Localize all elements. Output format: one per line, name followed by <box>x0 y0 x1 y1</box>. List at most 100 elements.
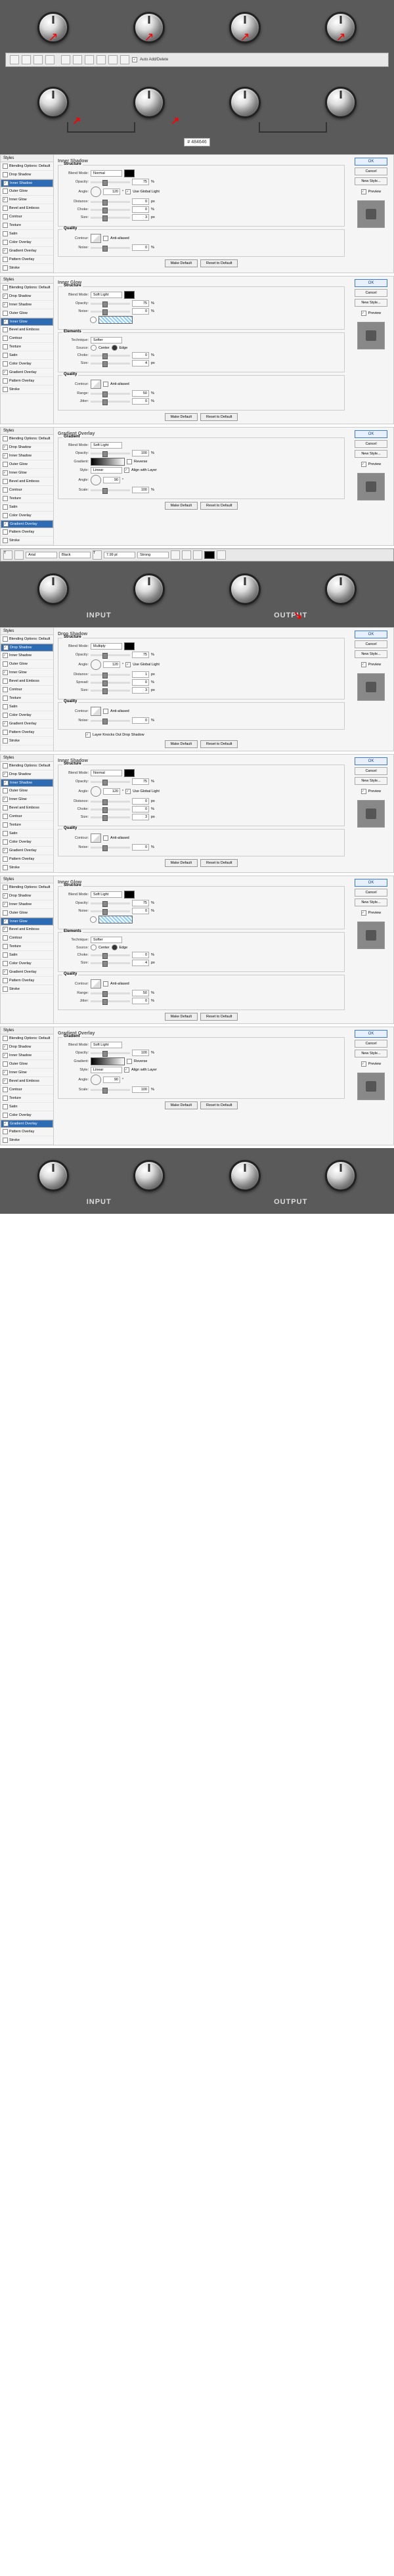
anti-alias-checkbox[interactable] <box>103 382 108 387</box>
style-item[interactable]: Satin <box>1 830 53 838</box>
style-checkbox[interactable] <box>3 856 8 862</box>
value-input[interactable]: 0 <box>132 244 149 251</box>
new-style-button[interactable]: New Style... <box>355 650 387 658</box>
angle-dial[interactable] <box>91 1075 101 1085</box>
style-item[interactable]: Texture <box>1 343 53 351</box>
style-checkbox[interactable] <box>3 885 8 890</box>
slider[interactable] <box>91 303 130 305</box>
ok-button[interactable]: OK <box>355 879 387 887</box>
align-right-icon[interactable] <box>193 550 202 560</box>
value-input[interactable]: 0 <box>132 198 149 205</box>
style-item[interactable]: Outer Glow <box>1 909 53 918</box>
reverse-checkbox[interactable] <box>127 459 132 464</box>
style-item[interactable]: Satin <box>1 351 53 360</box>
style-item[interactable]: Contour <box>1 486 53 495</box>
grad-style-select[interactable]: Linear <box>91 467 122 474</box>
align-center-icon[interactable] <box>182 550 191 560</box>
value-input[interactable]: 75 <box>132 900 149 906</box>
value-input[interactable]: 0 <box>132 717 149 724</box>
style-checkbox[interactable] <box>3 462 8 467</box>
value-input[interactable]: 75 <box>132 778 149 785</box>
value-input[interactable]: 0 <box>132 206 149 213</box>
style-item[interactable]: Satin <box>1 951 53 960</box>
style-checkbox[interactable] <box>3 910 8 916</box>
auto-add-checkbox[interactable] <box>132 57 137 62</box>
style-checkbox[interactable] <box>3 538 8 543</box>
style-item[interactable]: Pattern Overlay <box>1 728 53 737</box>
style-checkbox[interactable] <box>3 353 8 358</box>
color-swatch[interactable] <box>124 291 135 299</box>
style-item[interactable]: Drop Shadow <box>1 770 53 779</box>
style-item[interactable]: Gradient Overlay <box>1 968 53 977</box>
style-checkbox[interactable] <box>3 927 8 932</box>
align-checkbox[interactable] <box>124 1067 129 1073</box>
style-checkbox[interactable] <box>3 969 8 975</box>
slider[interactable] <box>91 453 130 455</box>
align-left-icon[interactable] <box>171 550 180 560</box>
contour-picker[interactable] <box>91 707 101 716</box>
style-checkbox[interactable] <box>3 1087 8 1092</box>
value-input[interactable]: 50 <box>132 390 149 397</box>
style-checkbox[interactable] <box>3 311 8 316</box>
value-input[interactable]: 0 <box>132 308 149 315</box>
style-checkbox[interactable] <box>3 294 8 299</box>
slider[interactable] <box>91 954 130 956</box>
style-item[interactable]: Inner Glow <box>1 196 53 204</box>
value-input[interactable]: 0 <box>132 798 149 805</box>
style-item[interactable]: Blending Options: Default <box>1 284 53 292</box>
value-input[interactable]: 0 <box>132 952 149 958</box>
style-checkbox[interactable] <box>3 496 8 501</box>
style-checkbox[interactable] <box>3 919 9 924</box>
style-checkbox[interactable] <box>3 678 8 684</box>
value-input[interactable]: 0 <box>132 908 149 914</box>
anti-alias-checkbox[interactable] <box>103 981 108 987</box>
preview-checkbox[interactable] <box>361 1061 366 1067</box>
style-item[interactable]: Satin <box>1 230 53 238</box>
slider[interactable] <box>91 1000 130 1002</box>
style-item[interactable]: Stroke <box>1 1136 53 1145</box>
style-checkbox[interactable] <box>3 730 8 735</box>
style-item[interactable]: Inner Shadow <box>1 301 53 309</box>
custom-shape-icon[interactable] <box>120 55 129 64</box>
style-item[interactable]: Inner Glow <box>1 469 53 477</box>
slider[interactable] <box>91 1052 130 1054</box>
style-checkbox[interactable] <box>3 961 8 966</box>
anti-alias-checkbox[interactable] <box>103 709 108 714</box>
value-input[interactable]: 1 <box>132 671 149 678</box>
cancel-button[interactable]: Cancel <box>355 640 387 648</box>
new-style-button[interactable]: New Style... <box>355 1050 387 1057</box>
ok-button[interactable]: OK <box>355 279 387 287</box>
style-checkbox[interactable] <box>3 344 8 349</box>
slider[interactable] <box>91 311 130 313</box>
style-item[interactable]: Drop Shadow <box>1 1043 53 1052</box>
blend-mode-select[interactable]: Soft Light <box>91 1042 122 1048</box>
value-input[interactable]: 0 <box>132 998 149 1004</box>
style-checkbox[interactable] <box>3 670 8 675</box>
knockout-checkbox[interactable] <box>85 732 91 738</box>
style-checkbox[interactable] <box>3 987 8 992</box>
style-item[interactable]: Texture <box>1 694 53 703</box>
aa-select[interactable]: Strong <box>137 552 169 558</box>
cancel-button[interactable]: Cancel <box>355 767 387 775</box>
style-checkbox[interactable] <box>3 865 8 870</box>
preview-checkbox[interactable] <box>361 462 366 467</box>
style-item[interactable]: Outer Glow <box>1 187 53 196</box>
anti-alias-checkbox[interactable] <box>103 835 108 841</box>
gradient-picker[interactable] <box>98 916 133 923</box>
anti-alias-checkbox[interactable] <box>103 236 108 241</box>
style-item[interactable]: Blending Options: Default <box>1 435 53 443</box>
style-item[interactable]: Texture <box>1 221 53 230</box>
style-checkbox[interactable] <box>3 661 8 667</box>
cancel-button[interactable]: Cancel <box>355 289 387 297</box>
color-radio[interactable] <box>90 317 97 323</box>
style-item[interactable]: Satin <box>1 703 53 711</box>
style-item[interactable]: Inner Shadow <box>1 179 53 187</box>
style-checkbox[interactable] <box>3 189 8 194</box>
style-checkbox[interactable] <box>3 487 8 493</box>
style-item[interactable]: Blending Options: Default <box>1 1034 53 1043</box>
style-item[interactable]: Color Overlay <box>1 960 53 968</box>
style-checkbox[interactable] <box>3 436 8 441</box>
style-item[interactable]: Gradient Overlay <box>1 720 53 728</box>
make-default-button[interactable]: Make Default <box>165 259 198 267</box>
slider[interactable] <box>91 181 130 183</box>
